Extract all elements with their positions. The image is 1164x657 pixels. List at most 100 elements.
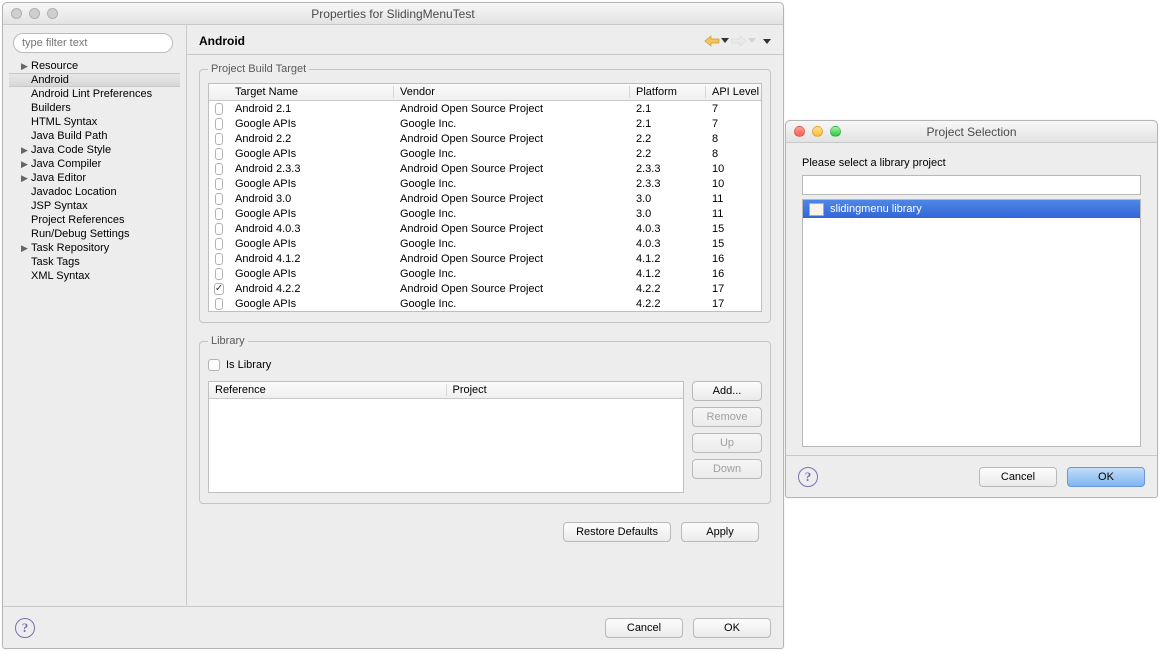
sidebar-item-run-debug-settings[interactable]: Run/Debug Settings xyxy=(19,227,180,241)
table-row[interactable]: Android 4.0.3Android Open Source Project… xyxy=(209,221,761,236)
sidebar-item-java-editor[interactable]: ▶Java Editor xyxy=(19,171,180,185)
sidebar-item-android[interactable]: Android xyxy=(9,73,180,87)
cell-platform: 4.2.2 xyxy=(630,283,706,295)
down-button[interactable]: Down xyxy=(692,459,762,479)
sidebar-item-xml-syntax[interactable]: XML Syntax xyxy=(19,269,180,283)
help-icon[interactable]: ? xyxy=(798,467,818,487)
up-button[interactable]: Up xyxy=(692,433,762,453)
ok-button[interactable]: OK xyxy=(693,618,771,638)
target-checkbox[interactable] xyxy=(215,118,223,130)
disclosure-icon: ▶ xyxy=(21,243,31,254)
cancel-button[interactable]: Cancel xyxy=(979,467,1057,487)
nav-forward-icon[interactable] xyxy=(731,35,756,47)
sidebar-item-java-build-path[interactable]: Java Build Path xyxy=(19,129,180,143)
help-icon[interactable]: ? xyxy=(15,618,35,638)
cell-api: 8 xyxy=(706,148,761,160)
table-row[interactable]: Android 2.3.3Android Open Source Project… xyxy=(209,161,761,176)
targets-table: Target Name Vendor Platform API Level An… xyxy=(208,83,762,312)
target-checkbox[interactable] xyxy=(215,163,223,175)
table-row[interactable]: Google APIsGoogle Inc.4.1.216 xyxy=(209,266,761,281)
col-reference[interactable]: Reference xyxy=(209,384,447,396)
minimize-icon[interactable] xyxy=(812,126,823,137)
disclosure-icon: ▶ xyxy=(21,145,31,156)
filter-input[interactable] xyxy=(13,33,173,53)
target-checkbox[interactable] xyxy=(215,268,223,280)
table-row[interactable]: Google APIsGoogle Inc.2.3.310 xyxy=(209,176,761,191)
close-icon[interactable] xyxy=(794,126,805,137)
cancel-button[interactable]: Cancel xyxy=(605,618,683,638)
sidebar-item-java-code-style[interactable]: ▶Java Code Style xyxy=(19,143,180,157)
target-checkbox[interactable] xyxy=(215,223,223,235)
remove-button[interactable]: Remove xyxy=(692,407,762,427)
target-checkbox[interactable] xyxy=(215,238,223,250)
col-target-name[interactable]: Target Name xyxy=(229,86,394,98)
properties-window: Properties for SlidingMenuTest ▶Resource… xyxy=(2,2,784,649)
target-checkbox[interactable] xyxy=(215,208,223,220)
table-row[interactable]: Google APIsGoogle Inc.2.17 xyxy=(209,116,761,131)
project-icon xyxy=(809,203,824,216)
sidebar-item-resource[interactable]: ▶Resource xyxy=(19,59,180,73)
sidebar-item-builders[interactable]: Builders xyxy=(19,101,180,115)
sidebar-item-label: Builders xyxy=(31,102,71,114)
table-row[interactable]: Android 2.1Android Open Source Project2.… xyxy=(209,101,761,116)
is-library-checkbox[interactable] xyxy=(208,359,220,371)
cell-name: Android 2.2 xyxy=(229,133,394,145)
nav-back-icon[interactable] xyxy=(704,35,729,47)
sidebar-item-android-lint-preferences[interactable]: Android Lint Preferences xyxy=(19,87,180,101)
table-row[interactable]: Google APIsGoogle Inc.2.28 xyxy=(209,146,761,161)
project-list[interactable]: slidingmenu library xyxy=(802,199,1141,447)
sidebar-item-html-syntax[interactable]: HTML Syntax xyxy=(19,115,180,129)
sidebar-item-jsp-syntax[interactable]: JSP Syntax xyxy=(19,199,180,213)
list-item[interactable]: slidingmenu library xyxy=(803,200,1140,218)
cell-name: Android 3.0 xyxy=(229,193,394,205)
table-row[interactable]: ✓Android 4.2.2Android Open Source Projec… xyxy=(209,281,761,296)
table-row[interactable]: Google APIsGoogle Inc.3.011 xyxy=(209,206,761,221)
sidebar-item-label: HTML Syntax xyxy=(31,116,97,128)
ok-button[interactable]: OK xyxy=(1067,467,1145,487)
col-platform[interactable]: Platform xyxy=(630,86,706,98)
library-table[interactable]: Reference Project xyxy=(208,381,684,493)
sidebar-item-java-compiler[interactable]: ▶Java Compiler xyxy=(19,157,180,171)
restore-defaults-button[interactable]: Restore Defaults xyxy=(563,522,671,542)
apply-button[interactable]: Apply xyxy=(681,522,759,542)
target-checkbox[interactable] xyxy=(215,253,223,265)
sidebar-item-javadoc-location[interactable]: Javadoc Location xyxy=(19,185,180,199)
cell-vendor: Google Inc. xyxy=(394,178,630,190)
table-row[interactable]: Android 4.1.2Android Open Source Project… xyxy=(209,251,761,266)
cell-name: Google APIs xyxy=(229,148,394,160)
zoom-icon[interactable] xyxy=(830,126,841,137)
table-row[interactable]: Google APIsGoogle Inc.4.0.315 xyxy=(209,236,761,251)
view-menu-icon[interactable] xyxy=(762,35,771,47)
cell-api: 17 xyxy=(706,298,761,310)
table-row[interactable]: Android 3.0Android Open Source Project3.… xyxy=(209,191,761,206)
target-checkbox[interactable] xyxy=(215,148,223,160)
sidebar-item-task-repository[interactable]: ▶Task Repository xyxy=(19,241,180,255)
col-vendor[interactable]: Vendor xyxy=(394,86,630,98)
sidebar-item-task-tags[interactable]: Task Tags xyxy=(19,255,180,269)
target-checkbox[interactable] xyxy=(215,193,223,205)
target-checkbox[interactable]: ✓ xyxy=(214,283,224,295)
table-row[interactable]: Google APIsGoogle Inc.4.2.217 xyxy=(209,296,761,311)
add-button[interactable]: Add... xyxy=(692,381,762,401)
minimize-icon[interactable] xyxy=(29,8,40,19)
cell-api: 16 xyxy=(706,268,761,280)
build-target-group: Project Build Target Target Name Vendor … xyxy=(199,63,771,323)
target-checkbox[interactable] xyxy=(215,103,223,115)
close-icon[interactable] xyxy=(11,8,22,19)
target-checkbox[interactable] xyxy=(215,298,223,310)
target-checkbox[interactable] xyxy=(215,178,223,190)
project-filter-input[interactable] xyxy=(802,175,1141,195)
zoom-icon[interactable] xyxy=(47,8,58,19)
cell-vendor: Google Inc. xyxy=(394,148,630,160)
cell-platform: 3.0 xyxy=(630,193,706,205)
page-title: Android xyxy=(199,34,704,48)
target-checkbox[interactable] xyxy=(215,133,223,145)
cell-platform: 2.3.3 xyxy=(630,178,706,190)
col-project[interactable]: Project xyxy=(447,384,684,396)
col-api-level[interactable]: API Level xyxy=(706,86,761,98)
cell-api: 10 xyxy=(706,178,761,190)
cell-api: 10 xyxy=(706,163,761,175)
sidebar-item-label: Task Repository xyxy=(31,242,109,254)
table-row[interactable]: Android 2.2Android Open Source Project2.… xyxy=(209,131,761,146)
sidebar-item-project-references[interactable]: Project References xyxy=(19,213,180,227)
